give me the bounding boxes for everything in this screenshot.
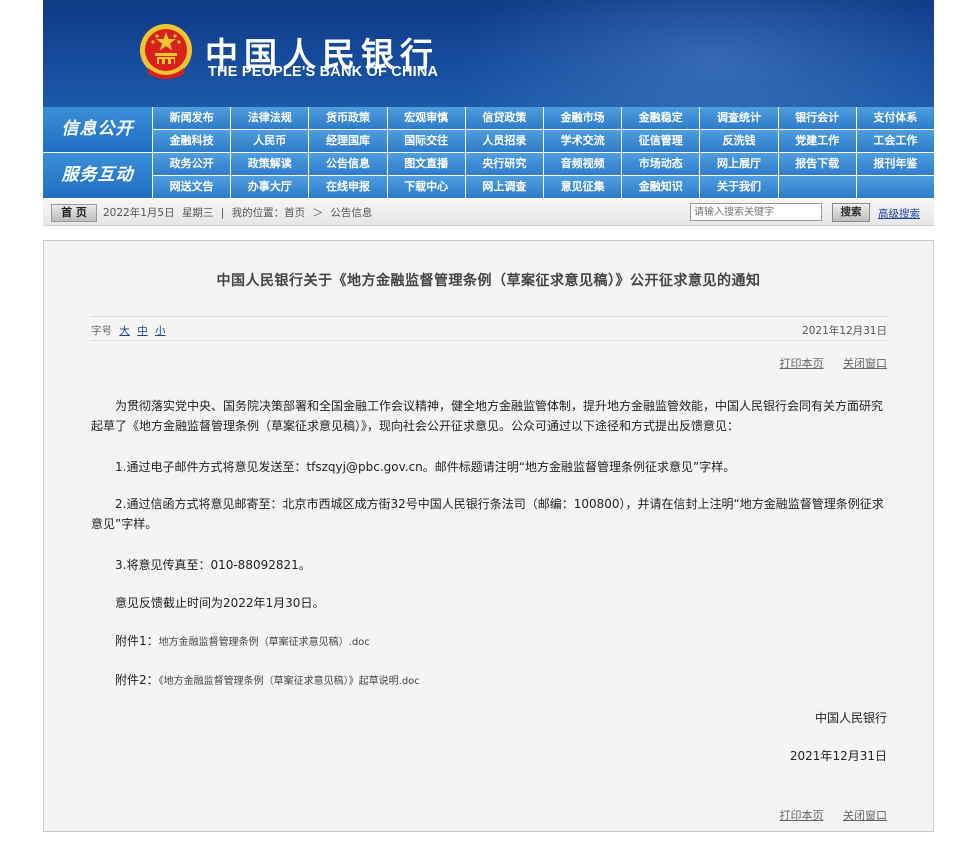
nav-info-item-8[interactable]: 银行会计 — [778, 107, 856, 129]
nav-info-item-1[interactable]: 法律法规 — [231, 107, 309, 129]
article-title: 中国人民银行关于《地方金融监督管理条例（草案征求意见稿）》公开征求意见的通知 — [216, 273, 761, 289]
font-size-label: 字号 — [91, 325, 112, 337]
nav-service-item-empty-19 — [856, 176, 934, 198]
nav-info-item-18[interactable]: 党建工作 — [778, 130, 856, 152]
nav-service-item-empty-18 — [778, 176, 856, 198]
banner-glow — [454, 0, 934, 107]
nav-service-block: 服务互动 政务公开 政策解读 公告信息 图文直播 央行研究 音频视频 市场动态 网上展厅 报告下… — [43, 153, 934, 198]
page: 中国人民银行 THE PEOPLE'S BANK OF CHINA 信息公开 新… — [0, 0, 972, 848]
nav-info-block: 信息公开 新闻发布 法律法规 货币政策 宏观审慎 信贷政策 金融市场 金融稳定 调查统计 银行会… — [43, 107, 934, 152]
paragraph-email: 1.通过电子邮件方式将意见发送至：tfszqyj@pbc.gov.cn。邮件标题… — [115, 460, 736, 474]
nav-service-item-3[interactable]: 图文直播 — [387, 153, 465, 175]
nav-service-item-13[interactable]: 下载中心 — [387, 176, 465, 198]
nav-info-item-4[interactable]: 信贷政策 — [465, 107, 543, 129]
nav-service-item-9[interactable]: 报刊年鉴 — [856, 153, 934, 175]
nav-service-item-15[interactable]: 意见征集 — [543, 176, 622, 198]
nav-info-item-7[interactable]: 调查统计 — [700, 107, 778, 129]
logo-english: THE PEOPLE'S BANK OF CHINA — [208, 64, 439, 80]
current-weekday: 星期三 — [181, 207, 214, 219]
nav-info-item-12[interactable]: 经理国库 — [309, 130, 387, 152]
signature-date: 2021年12月31日 — [789, 749, 887, 763]
nav-info-grid: 新闻发布 法律法规 货币政策 宏观审慎 信贷政策 金融市场 金融稳定 调查统计 银行会计 支付体系… — [153, 107, 934, 152]
nav-service-item-10[interactable]: 网送文告 — [153, 176, 231, 198]
attachment-1-label: 附件1： — [115, 634, 159, 648]
nav-info-item-10[interactable]: 金融科技 — [153, 130, 231, 152]
nav-service-item-16[interactable]: 金融知识 — [622, 176, 700, 198]
font-size-controls: 字号 大 中 小 — [91, 323, 166, 338]
nav-info-item-11[interactable]: 人民币 — [231, 130, 309, 152]
nav-service-item-11[interactable]: 办事大厅 — [231, 176, 309, 198]
nav-info-item-19[interactable]: 工会工作 — [856, 130, 934, 152]
nav-info-item-3[interactable]: 宏观审慎 — [387, 107, 465, 129]
attachment-1: 附件1：地方金融监督管理条例（草案征求意见稿）.doc — [115, 632, 370, 649]
article-tools-bottom: 打印本页 关闭窗口 — [764, 807, 888, 823]
nav-service-item-2[interactable]: 公告信息 — [309, 153, 387, 175]
status-bar: 首 页 2022年1月5日 星期三 | 我的位置：首页 ＞ 公告信息 搜索 高级… — [43, 199, 934, 226]
nav-service-item-8[interactable]: 报告下载 — [778, 153, 856, 175]
nav-info-item-5[interactable]: 金融市场 — [543, 107, 622, 129]
search-button[interactable]: 搜索 — [832, 203, 870, 222]
breadcrumb-label[interactable]: 我的位置：首页 — [232, 207, 306, 219]
print-page-link-bottom[interactable]: 打印本页 — [780, 809, 824, 822]
nav-service-item-17[interactable]: 关于我们 — [700, 176, 778, 198]
home-button[interactable]: 首 页 — [51, 204, 97, 222]
attachment-1-link[interactable]: 地方金融监督管理条例（草案征求意见稿）.doc — [159, 637, 370, 648]
attachment-2-link[interactable]: 《地方金融监督管理条例（草案征求意见稿）》起草说明.doc — [159, 676, 420, 687]
current-date: 2022年1月5日 — [103, 207, 175, 219]
nav-info-item-13[interactable]: 国际交往 — [387, 130, 465, 152]
nav-service-item-4[interactable]: 央行研究 — [465, 153, 543, 175]
nav-info-item-6[interactable]: 金融稳定 — [622, 107, 700, 129]
nav-service-item-14[interactable]: 网上调查 — [465, 176, 543, 198]
search-input[interactable] — [690, 203, 822, 221]
main-navigation: 信息公开 新闻发布 法律法规 货币政策 宏观审慎 信贷政策 金融市场 金融稳定 调查统计 银行会… — [43, 107, 934, 198]
status-text: 2022年1月5日 星期三 | 我的位置：首页 ＞ 公告信息 — [103, 205, 376, 220]
paragraph-fax: 3.将意见传真至：010-88092821。 — [115, 558, 311, 572]
article-tools-top: 打印本页 关闭窗口 — [764, 355, 888, 371]
nav-service-item-0[interactable]: 政务公开 — [153, 153, 231, 175]
close-window-link-bottom[interactable]: 关闭窗口 — [843, 809, 887, 822]
signature-org: 中国人民银行 — [814, 711, 887, 725]
nav-service-item-1[interactable]: 政策解读 — [231, 153, 309, 175]
nav-info-item-9[interactable]: 支付体系 — [856, 107, 934, 129]
nav-info-item-17[interactable]: 反洗钱 — [700, 130, 778, 152]
breadcrumb-arrow: ＞ — [312, 207, 324, 219]
nav-service-grid: 政务公开 政策解读 公告信息 图文直播 央行研究 音频视频 市场动态 网上展厅 报告下载 报刊年鉴… — [153, 153, 934, 198]
nav-info-item-0[interactable]: 新闻发布 — [153, 107, 231, 129]
paragraph-intro: 为贯彻落实党中央、国务院决策部署和全国金融工作会议精神，健全地方金融监管体制，提… — [91, 399, 884, 433]
publish-date: 2021年12月31日 — [802, 325, 887, 337]
article-panel: 中国人民银行关于《地方金融监督管理条例（草案征求意见稿）》公开征求意见的通知 字… — [43, 240, 934, 832]
nav-service-item-5[interactable]: 音频视频 — [543, 153, 622, 175]
print-page-link[interactable]: 打印本页 — [780, 357, 824, 370]
divider — [91, 340, 888, 341]
nav-info-item-15[interactable]: 学术交流 — [543, 130, 622, 152]
status-separator: | — [220, 207, 225, 219]
nav-service-item-12[interactable]: 在线申报 — [309, 176, 387, 198]
divider — [91, 316, 888, 317]
attachment-2-label: 附件2： — [115, 673, 159, 687]
close-window-link[interactable]: 关闭窗口 — [843, 357, 887, 370]
font-size-large-link[interactable]: 大 — [119, 325, 130, 337]
nav-info-item-2[interactable]: 货币政策 — [309, 107, 387, 129]
font-size-medium-link[interactable]: 中 — [137, 325, 148, 337]
nav-category-info[interactable]: 信息公开 — [43, 107, 152, 152]
nav-service-item-6[interactable]: 市场动态 — [622, 153, 700, 175]
paragraph-deadline: 意见反馈截止时间为2022年1月30日。 — [115, 596, 325, 610]
nav-info-item-14[interactable]: 人员招录 — [465, 130, 543, 152]
national-emblem-icon — [140, 24, 192, 79]
paragraph-mail: 2.通过信函方式将意见邮寄至：北京市西城区成方街32号中国人民银行条法司（邮编：… — [91, 497, 884, 531]
font-size-small-link[interactable]: 小 — [155, 325, 166, 337]
nav-category-service[interactable]: 服务互动 — [43, 153, 152, 198]
nav-info-item-16[interactable]: 征信管理 — [622, 130, 700, 152]
nav-service-item-7[interactable]: 网上展厅 — [700, 153, 778, 175]
site-header: 中国人民银行 THE PEOPLE'S BANK OF CHINA — [43, 0, 934, 107]
breadcrumb-current[interactable]: 公告信息 — [330, 207, 372, 219]
attachment-2: 附件2：《地方金融监督管理条例（草案征求意见稿）》起草说明.doc — [115, 671, 420, 688]
advanced-search-link[interactable]: 高级搜索 — [878, 206, 920, 221]
